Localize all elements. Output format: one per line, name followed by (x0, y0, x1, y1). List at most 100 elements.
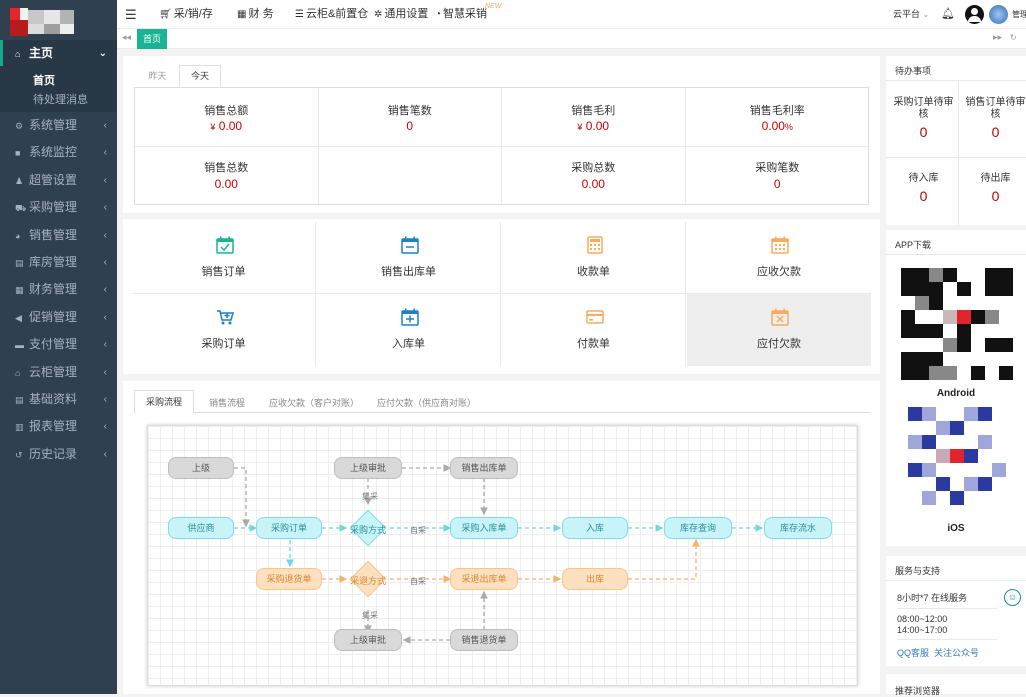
sidebar-item-monitor[interactable]: ■ 系统监控 ‹ (0, 139, 117, 166)
refresh-icon[interactable]: ↻ (1010, 33, 1017, 42)
action-sales-order[interactable]: 销售订单 (132, 222, 316, 294)
sidebar-item-sales[interactable]: ◕ 销售管理 ‹ (0, 222, 117, 249)
chevron-down-icon: ⌄ (98, 48, 107, 59)
action-in-order[interactable]: 入库单 (317, 294, 501, 366)
ios-qr-code[interactable] (908, 407, 1006, 505)
home-icon: ⌂ (15, 49, 21, 59)
todo-pending-in[interactable]: 待入库 0 (890, 173, 957, 203)
sidebar-item-purchase[interactable]: ⛟ 采购管理 ‹ (0, 194, 117, 221)
sidebar-item-label: 系统监控 (29, 145, 78, 160)
topnav-smart-purchase-sales[interactable]: ◔ 智慧采销 (435, 0, 487, 29)
flow-node-supplier[interactable]: 供应商 (168, 517, 234, 539)
flow-node-sales-return[interactable]: 销售退货单 (450, 629, 518, 651)
admin-menu[interactable]: 管理 (1012, 0, 1026, 29)
chevron-left-icon: ‹ (103, 147, 107, 159)
action-receipt[interactable]: 收款单 (502, 222, 686, 294)
sidebar-item-label: 库房管理 (29, 255, 78, 269)
support-smiley-icon[interactable]: ☺ (1004, 589, 1021, 606)
sidebar-item-home[interactable]: ⌂ 主页 ⌄ (0, 40, 117, 66)
video-icon: ■ (15, 148, 21, 159)
tab-yesterday[interactable]: 昨天 (136, 65, 179, 87)
flow-node-purchase-in[interactable]: 采购入库单 (450, 517, 518, 539)
todo-purchase-order-review[interactable]: 采购订单待审核 0 (890, 97, 957, 139)
purchase-flow-diagram: 上级 上级审批 销售出库单 集采 供应商 采购订单 采购方式 自采 采购入库单 … (147, 425, 858, 686)
flow-node-sales-out[interactable]: 销售出库单 (450, 457, 518, 479)
action-receivables[interactable]: 应收欠款 (687, 222, 871, 294)
tab-sales-flow[interactable]: 销售流程 (209, 396, 245, 409)
tab-receivables[interactable]: 应收欠款（客户对账） (269, 396, 359, 409)
service-title: 服务与支持 (895, 566, 941, 576)
menu-toggle-icon[interactable]: ☰ (125, 0, 137, 29)
stat-sales-profit: 销售毛利 ¥ 0.00 (502, 88, 686, 147)
flow-node-warehouse-out[interactable]: 出库 (562, 568, 628, 590)
topnav-purchase-sales-stock[interactable]: 🛒︎ 采/销/存 (159, 0, 213, 29)
flow-node-purchase-return[interactable]: 采购退货单 (256, 568, 322, 590)
app-download-title: APP下载 (895, 240, 932, 250)
sidebar-item-super-admin[interactable]: ♟ 超管设置 ‹ (0, 167, 117, 194)
stat-sales-count: 销售笔数 0 (318, 88, 502, 147)
user-avatar[interactable] (965, 5, 984, 24)
bar-chart-icon: ▥ (15, 422, 24, 433)
flow-node-superior-approve-bottom[interactable]: 上级审批 (334, 629, 402, 651)
tab-home[interactable]: 首页 (137, 29, 168, 49)
flow-node-purchase-order[interactable]: 采购订单 (256, 517, 322, 539)
flow-node-stock-flow[interactable]: 库存流水 (764, 517, 832, 539)
flow-node-stock-query[interactable]: 库存查询 (664, 517, 732, 539)
cloud-platform-dropdown[interactable]: 云平台 ⌄ (893, 0, 929, 29)
sidebar-item-reports[interactable]: ▥ 报表管理 ‹ (0, 413, 117, 440)
android-qr-code[interactable] (901, 268, 1013, 380)
follow-wechat-link[interactable]: 关注公众号 (934, 646, 979, 659)
bell-icon[interactable]: 🔔︎ (941, 0, 955, 29)
page-tabs-bar: ◂◂ 首页 ▸▸ ↻ (117, 29, 1026, 49)
tab-purchase-flow[interactable]: 采购流程 (134, 390, 194, 414)
quick-actions-panel: 销售订单 销售出库单 收款单 应收欠款采购订单 入库单 付款单 应付欠款 (123, 219, 880, 374)
tab-today[interactable]: 今天 (179, 65, 221, 87)
todo-pending-out[interactable]: 待出库 0 (962, 173, 1026, 203)
topnav-cloud-cabinet[interactable]: ☰ 云柜&前置仓 (295, 0, 368, 29)
stats-grid: 销售总额 ¥ 0.00 销售笔数 0 销售毛利 ¥ 0.00 销售毛利率 0.00% 销售总… (134, 87, 869, 205)
topnav-finance[interactable]: ▦ 财 务 (237, 0, 274, 29)
sidebar-item-warehouse[interactable]: ▤ 库房管理 ‹ (0, 249, 117, 276)
credit-card-icon (586, 310, 604, 324)
calendar-icon (771, 236, 789, 254)
sidebar-item-history[interactable]: ↺ 历史记录 ‹ (0, 441, 117, 468)
tabs-scroll-right-icon[interactable]: ▸▸ (993, 32, 1002, 43)
action-payment[interactable]: 付款单 (502, 294, 686, 366)
action-sales-out-order[interactable]: 销售出库单 (317, 222, 501, 294)
sidebar-item-finance[interactable]: ▦ 财务管理 ‹ (0, 276, 117, 303)
chevron-left-icon: ‹ (103, 174, 107, 186)
topnav-general-settings[interactable]: ✲ 通用设置 (374, 0, 428, 29)
tabs-scroll-left-icon[interactable]: ◂◂ (122, 32, 131, 43)
chevron-left-icon: ‹ (103, 366, 107, 378)
action-payables[interactable]: 应付欠款 (687, 294, 871, 366)
action-purchase-order[interactable]: 采购订单 (132, 294, 316, 366)
flow-node-warehouse-in[interactable]: 入库 (562, 517, 628, 539)
sidebar-sub-pending-messages[interactable]: 待处理消息 (33, 91, 88, 107)
todo-panel: 待办事项 采购订单待审核 0 销售订单待审核 0 待入库 0 待出库 0 (886, 56, 1026, 225)
sidebar-item-basic-data[interactable]: ▤ 基础资料 ‹ (0, 386, 117, 413)
flow-node-return-out[interactable]: 采退出库单 (450, 568, 518, 590)
book-icon: ▤ (15, 258, 24, 268)
sidebar-item-cloud-cabinet[interactable]: ⌂ 云柜管理 ‹ (0, 359, 117, 386)
cart-icon: 🛒︎ (159, 9, 172, 20)
flow-node-superior-approve-top[interactable]: 上级审批 (334, 457, 402, 479)
sidebar-sub-home[interactable]: 首页 (33, 72, 55, 88)
android-label: Android (936, 388, 976, 399)
bullhorn-icon: ◀ (15, 312, 22, 323)
tab-payables[interactable]: 应付欠款（供应商对账） (377, 396, 476, 409)
chevron-left-icon: ‹ (103, 339, 107, 351)
flow-decision-return-method-label: 采退方式 (349, 576, 386, 586)
service-time-afternoon: 14:00~17:00 (897, 625, 948, 635)
org-avatar[interactable] (989, 5, 1008, 24)
calendar-check-icon (216, 236, 234, 254)
sidebar: ⌂ 主页 ⌄ 首页 待处理消息 ⚙ 系统管理 ‹ ■ 系统监控 ‹ ♟ 超管设置 ‹ ⛟ 采购管理 ‹ ◕… (0, 0, 117, 694)
sidebar-item-label: 支付管理 (29, 337, 78, 352)
todo-sales-order-review[interactable]: 销售订单待审核 0 (962, 97, 1026, 139)
qq-service-link[interactable]: QQ客服 (897, 646, 929, 659)
sidebar-item-system[interactable]: ⚙ 系统管理 ‹ (0, 112, 117, 139)
sidebar-item-label: 基础资料 (29, 392, 78, 406)
sidebar-item-payment[interactable]: ▬ 支付管理 ‹ (0, 331, 117, 358)
flow-node-superior[interactable]: 上级 (168, 457, 234, 479)
sidebar-item-promotion[interactable]: ◀ 促销管理 ‹ (0, 304, 117, 331)
cart-icon: ⛟ (15, 203, 27, 214)
